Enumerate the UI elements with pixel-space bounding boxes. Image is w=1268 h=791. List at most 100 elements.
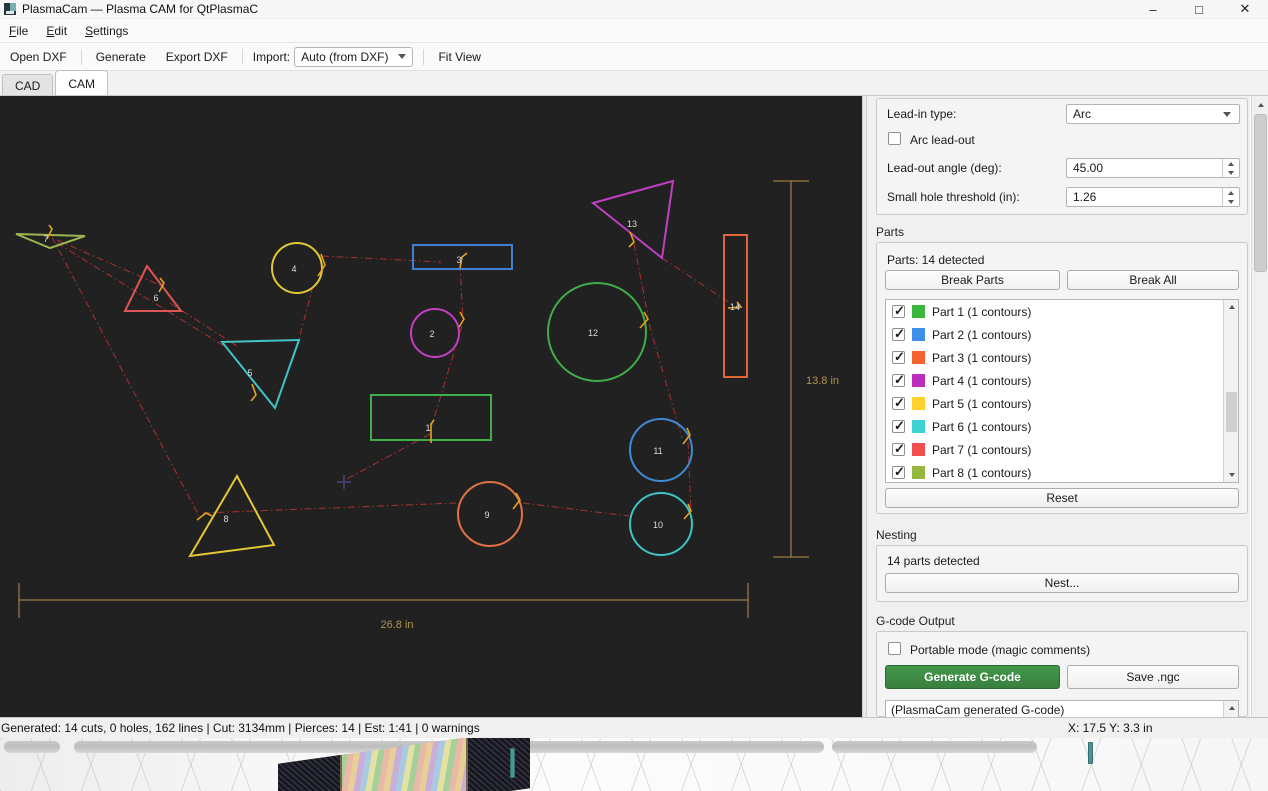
small-hole-value: 1.26: [1073, 190, 1096, 204]
part-checkbox[interactable]: [892, 397, 905, 410]
chevron-down-icon: [1223, 112, 1231, 117]
chevron-down-icon: [398, 54, 406, 59]
break-parts-button[interactable]: Break Parts: [885, 270, 1060, 290]
traverse-path: [688, 442, 691, 511]
cut-order-label: 11: [653, 446, 662, 456]
gcode-scrollbar[interactable]: [1223, 701, 1238, 717]
part-label: Part 6 (1 contours): [932, 420, 1031, 434]
cut-order-label: 2: [429, 329, 434, 339]
maximize-button[interactable]: □: [1176, 0, 1222, 18]
cut-order-label: 4: [291, 264, 296, 274]
part-color-swatch: [912, 420, 925, 433]
parts-section-label: Parts: [876, 225, 904, 239]
part-shape-4[interactable]: [272, 243, 322, 293]
small-hole-spinbox[interactable]: 1.26: [1066, 187, 1240, 207]
part-row[interactable]: Part 3 (1 contours): [886, 346, 1238, 369]
parts-list-scrollbar[interactable]: [1223, 300, 1238, 482]
scroll-down-icon[interactable]: [1224, 468, 1239, 482]
background-toolbar-segment: [4, 741, 60, 753]
reset-button[interactable]: Reset: [885, 488, 1239, 508]
save-ngc-button[interactable]: Save .ngc: [1067, 665, 1239, 689]
import-label: Import:: [247, 50, 294, 64]
cut-order-label: 13: [627, 219, 637, 229]
part-row[interactable]: Part 8 (1 contours): [886, 461, 1238, 483]
panel-scrollbar[interactable]: [1251, 96, 1268, 740]
minimize-button[interactable]: –: [1130, 0, 1176, 18]
fit-view-button[interactable]: Fit View: [430, 46, 488, 68]
part-shape-9[interactable]: [458, 482, 522, 546]
import-mode-select[interactable]: Auto (from DXF): [294, 47, 413, 67]
menu-edit[interactable]: Edit: [37, 21, 76, 41]
scroll-up-icon[interactable]: [1224, 701, 1239, 715]
break-all-button[interactable]: Break All: [1067, 270, 1239, 290]
spinner-arrows[interactable]: [1222, 159, 1238, 177]
part-shape-5[interactable]: [222, 340, 299, 408]
cut-order-label: 1: [425, 423, 430, 433]
model-post: [510, 748, 515, 778]
generate-button[interactable]: Generate: [88, 46, 154, 68]
part-color-swatch: [912, 397, 925, 410]
traverse-path: [649, 324, 682, 438]
traverse-path: [57, 243, 229, 349]
lead-out-angle-label: Lead-out angle (deg):: [887, 161, 1002, 175]
tab-cad[interactable]: CAD: [2, 74, 53, 95]
traverse-path: [203, 503, 456, 513]
background-toolbar-segment: [832, 741, 1037, 753]
export-dxf-button[interactable]: Export DXF: [158, 46, 236, 68]
gcode-group: Portable mode (magic comments) Generate …: [876, 631, 1248, 717]
menu-settings[interactable]: Settings: [76, 21, 137, 41]
status-summary: Generated: 14 cuts, 0 holes, 162 lines |…: [0, 721, 480, 735]
small-hole-label: Small hole threshold (in):: [887, 190, 1020, 204]
cut-order-label: 8: [223, 514, 228, 524]
part-color-swatch: [912, 305, 925, 318]
traverse-path: [299, 286, 313, 339]
part-checkbox[interactable]: [892, 374, 905, 387]
scrollbar-thumb[interactable]: [1226, 392, 1237, 432]
scroll-up-icon[interactable]: [1253, 97, 1268, 112]
scroll-up-icon[interactable]: [1224, 300, 1239, 314]
part-row[interactable]: Part 5 (1 contours): [886, 392, 1238, 415]
part-label: Part 4 (1 contours): [932, 374, 1031, 388]
part-label: Part 2 (1 contours): [932, 328, 1031, 342]
lead-out-angle-spinbox[interactable]: 45.00: [1066, 158, 1240, 178]
part-checkbox[interactable]: [892, 466, 905, 479]
gcode-preview[interactable]: (PlasmaCam generated G-code): [885, 700, 1239, 717]
menu-file[interactable]: File: [0, 21, 37, 41]
width-dimension-label: 26.8 in: [380, 619, 413, 631]
portable-mode-checkbox[interactable]: [888, 642, 901, 655]
open-dxf-button[interactable]: Open DXF: [2, 46, 75, 68]
portable-mode-label: Portable mode (magic comments): [910, 643, 1090, 657]
part-label: Part 3 (1 contours): [932, 351, 1031, 365]
cam-settings-panel: Lead-in type: Arc Arc lead-out Lead-out …: [867, 96, 1250, 717]
lead-in-type-select[interactable]: Arc: [1066, 104, 1240, 124]
lead-in-mark: [251, 384, 256, 401]
cam-canvas[interactable]: 123456789101112131426.8 in13.8 in: [0, 96, 862, 717]
part-checkbox[interactable]: [892, 443, 905, 456]
part-shape-2[interactable]: [411, 309, 459, 357]
nesting-group: 14 parts detected Nest...: [876, 545, 1248, 602]
part-row[interactable]: Part 2 (1 contours): [886, 323, 1238, 346]
tab-cam[interactable]: CAM: [55, 70, 108, 95]
generate-gcode-button[interactable]: Generate G-code: [885, 665, 1060, 689]
part-row[interactable]: Part 1 (1 contours): [886, 300, 1238, 323]
part-row[interactable]: Part 4 (1 contours): [886, 369, 1238, 392]
part-checkbox[interactable]: [892, 351, 905, 364]
window-title: PlasmaCam — Plasma CAM for QtPlasmaC: [22, 2, 258, 16]
part-shape-7[interactable]: [16, 234, 85, 248]
lead-in-type-label: Lead-in type:: [887, 107, 956, 121]
nest-button[interactable]: Nest...: [885, 573, 1239, 593]
parts-list: Part 1 (1 contours) Part 2 (1 contours) Pa…: [885, 299, 1239, 483]
part-checkbox[interactable]: [892, 420, 905, 433]
spinner-arrows[interactable]: [1222, 188, 1238, 206]
scrollbar-thumb[interactable]: [1254, 114, 1267, 272]
lead-in-mark: [459, 312, 464, 327]
background-window: [0, 738, 1268, 791]
status-bar: Generated: 14 cuts, 0 holes, 162 lines |…: [0, 717, 1268, 738]
close-button[interactable]: ✕: [1222, 0, 1268, 18]
part-checkbox[interactable]: [892, 305, 905, 318]
part-checkbox[interactable]: [892, 328, 905, 341]
part-row[interactable]: Part 7 (1 contours): [886, 438, 1238, 461]
cam-drawing: 123456789101112131426.8 in13.8 in: [0, 96, 862, 717]
arc-lead-out-checkbox[interactable]: [888, 132, 901, 145]
part-row[interactable]: Part 6 (1 contours): [886, 415, 1238, 438]
